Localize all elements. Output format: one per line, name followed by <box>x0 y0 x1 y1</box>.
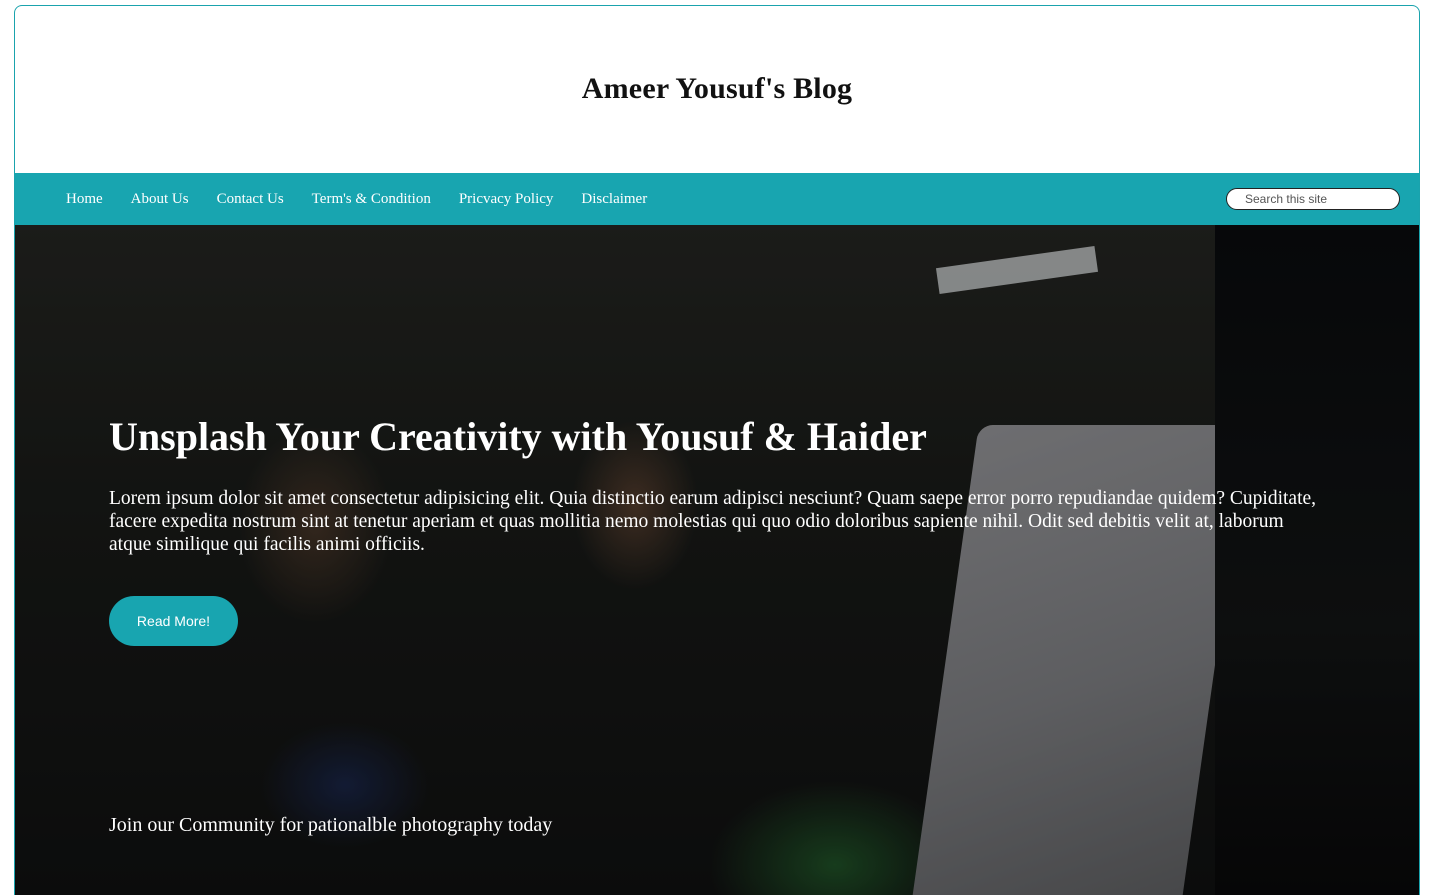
nav-item-disclaimer: Disclaimer <box>581 190 647 208</box>
hero-section: Unsplash Your Creativity with Yousuf & H… <box>15 225 1419 895</box>
nav-link-privacy-policy[interactable]: Pricvacy Policy <box>459 191 554 207</box>
hero-content: Unsplash Your Creativity with Yousuf & H… <box>109 413 1329 646</box>
search-input[interactable] <box>1226 188 1400 210</box>
nav-link-about-us[interactable]: About Us <box>131 191 189 207</box>
nav-links: Home About Us Contact Us Term's & Condit… <box>66 173 675 225</box>
hero-description: Lorem ipsum dolor sit amet consectetur a… <box>109 488 1317 555</box>
site-header: Ameer Yousuf's Blog <box>15 6 1419 173</box>
nav-link-contact-us[interactable]: Contact Us <box>217 191 284 207</box>
site-title: Ameer Yousuf's Blog <box>581 71 853 105</box>
hero-community-text: Join our Community for pationalble photo… <box>109 814 553 836</box>
nav-item-home: Home <box>66 190 103 208</box>
hero-heading: Unsplash Your Creativity with Yousuf & H… <box>109 414 927 459</box>
nav-item-about: About Us <box>131 190 189 208</box>
nav-link-home[interactable]: Home <box>66 191 103 207</box>
nav-link-disclaimer[interactable]: Disclaimer <box>581 191 647 207</box>
nav-item-contact: Contact Us <box>217 190 284 208</box>
read-more-button[interactable]: Read More! <box>109 596 238 646</box>
nav-item-privacy: Pricvacy Policy <box>459 190 554 208</box>
page-frame: Ameer Yousuf's Blog Home About Us Contac… <box>14 5 1420 895</box>
nav-link-terms[interactable]: Term's & Condition <box>312 191 431 207</box>
nav-item-terms: Term's & Condition <box>312 190 431 208</box>
navbar: Home About Us Contact Us Term's & Condit… <box>15 173 1419 225</box>
